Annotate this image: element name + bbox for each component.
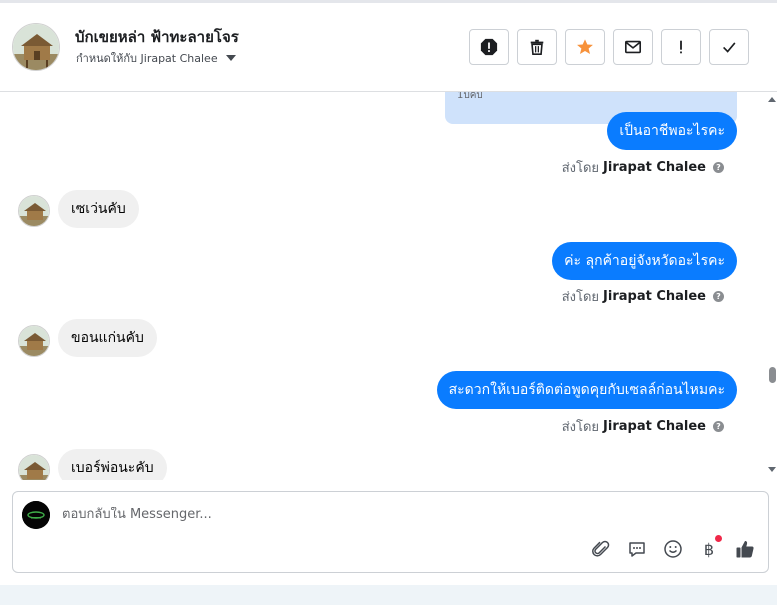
saved-reply-button[interactable]	[626, 538, 648, 560]
trash-icon	[530, 39, 544, 56]
contact-avatar[interactable]	[12, 23, 60, 71]
contact-avatar-small[interactable]	[18, 325, 50, 357]
sent-by-label: ส่งโดย Jirapat Chalee ?	[562, 157, 724, 178]
emoji-button[interactable]	[662, 538, 684, 560]
assignee-dropdown[interactable]: กำหนดให้กับ Jirapat Chalee	[76, 49, 236, 67]
follow-up-button[interactable]	[661, 29, 701, 65]
reply-input[interactable]	[62, 507, 662, 522]
question-icon[interactable]: ?	[713, 291, 724, 302]
sent-by-prefix: ส่งโดย	[561, 290, 600, 305]
question-icon[interactable]: ?	[713, 162, 724, 173]
envelope-icon	[624, 40, 642, 54]
mark-spam-button[interactable]	[469, 29, 509, 65]
emoji-icon	[664, 540, 682, 558]
chevron-down-icon	[225, 55, 236, 61]
scroll-up-arrow-icon[interactable]	[768, 97, 776, 102]
thumbs-up-icon	[736, 541, 754, 558]
outgoing-message[interactable]: ค่ะ ลุกค้าอยู่จังหวัดอะไรคะ	[552, 242, 737, 280]
exclamation-icon	[680, 40, 682, 54]
contact-avatar-small[interactable]	[18, 454, 50, 480]
page-avatar	[22, 501, 50, 529]
sent-by-label: ส่งโดย Jirapat Chalee ?	[562, 416, 724, 437]
attach-button[interactable]	[590, 538, 612, 560]
paperclip-icon	[592, 540, 610, 557]
header-actions	[469, 29, 749, 65]
mark-unread-button[interactable]	[613, 29, 653, 65]
incoming-message[interactable]: เบอร์พ่อนะคับ	[58, 449, 167, 480]
outgoing-message[interactable]: สะดวกให้เบอร์ติดต่อพูดคุยกับเซลล์ก่อนไหม…	[436, 371, 737, 409]
star-button[interactable]	[565, 29, 605, 65]
conversation-header: บักเขยหล่า ฟ้าทะลายโจร กำหนดให้กับ Jirap…	[0, 0, 777, 92]
thread-scrollbar[interactable]	[765, 92, 777, 480]
composer-toolbar: ฿	[590, 535, 756, 560]
notification-dot	[715, 535, 722, 542]
incoming-message[interactable]: เซเว่นคับ	[58, 190, 139, 228]
question-icon[interactable]: ?	[713, 421, 724, 432]
outgoing-message[interactable]: เป็นอาชีพอะไรคะ	[607, 112, 737, 150]
sent-by-label: ส่งโดย Jirapat Chalee ?	[562, 286, 724, 307]
payment-button[interactable]: ฿	[698, 535, 722, 560]
scrollbar-thumb[interactable]	[769, 367, 776, 383]
agent-name: Jirapat Chalee	[603, 160, 706, 175]
previous-message-text: 1ปีคับ	[457, 92, 483, 101]
check-icon	[723, 42, 736, 53]
contact-name[interactable]: บักเขยหล่า ฟ้าทะลายโจร	[75, 25, 239, 49]
agent-name: Jirapat Chalee	[603, 289, 706, 304]
alert-octagon-icon	[480, 38, 498, 56]
sent-by-prefix: ส่งโดย	[561, 161, 600, 176]
baht-icon: ฿	[703, 539, 715, 559]
scroll-down-arrow-icon[interactable]	[768, 467, 776, 472]
like-button[interactable]	[734, 538, 756, 560]
star-icon	[577, 39, 593, 55]
agent-name: Jirapat Chalee	[603, 419, 706, 434]
mark-done-button[interactable]	[709, 29, 749, 65]
reply-composer: ฿	[12, 491, 769, 573]
delete-button[interactable]	[517, 29, 557, 65]
footer-area	[0, 585, 777, 605]
assignee-label: กำหนดให้กับ Jirapat Chalee	[76, 52, 218, 65]
contact-avatar-small[interactable]	[18, 195, 50, 227]
message-thread[interactable]: 1ปีคับ เป็นอาชีพอะไรคะ ส่งโดย Jirapat Ch…	[0, 92, 765, 480]
incoming-message[interactable]: ขอนแก่นคับ	[58, 319, 157, 357]
sent-by-prefix: ส่งโดย	[561, 420, 600, 435]
inbox-conversation-panel: บักเขยหล่า ฟ้าทะลายโจร กำหนดให้กับ Jirap…	[0, 0, 777, 605]
saved-reply-icon	[629, 542, 645, 557]
